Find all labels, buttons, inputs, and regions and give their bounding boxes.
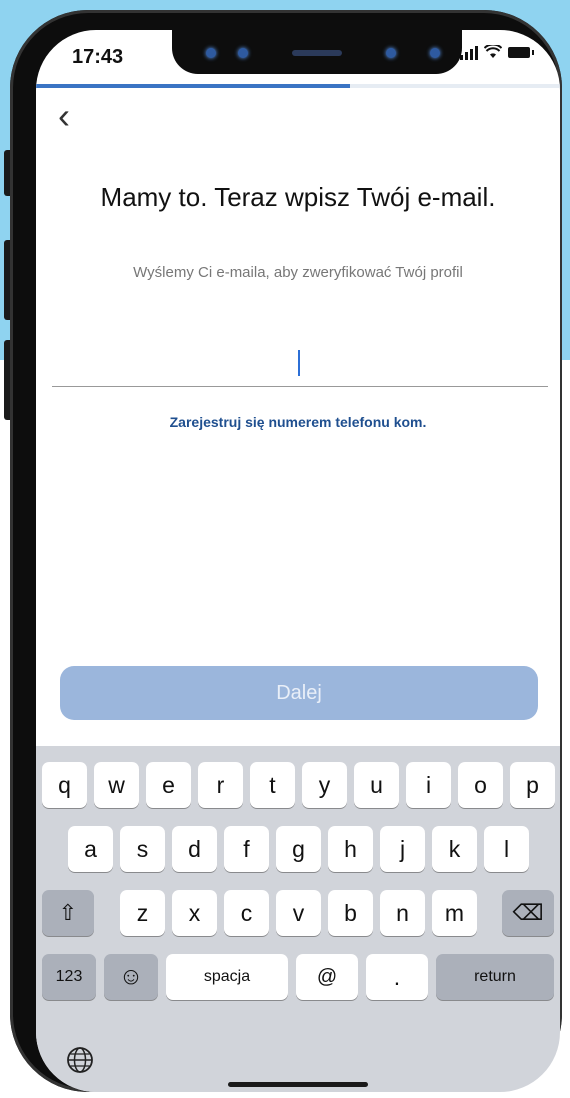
status-icons: [460, 44, 534, 60]
page-subtitle: Wyślemy Ci e-maila, aby zweryfikować Twó…: [133, 264, 463, 281]
key-a[interactable]: a: [68, 826, 113, 872]
at-key[interactable]: @: [296, 954, 358, 1000]
key-v[interactable]: v: [276, 890, 321, 936]
key-w[interactable]: w: [94, 762, 139, 808]
text-caret: [298, 350, 300, 376]
key-d[interactable]: d: [172, 826, 217, 872]
space-key[interactable]: spacja: [166, 954, 288, 1000]
key-r[interactable]: r: [198, 762, 243, 808]
next-button[interactable]: Dalej: [60, 666, 538, 720]
sensor-icon: [206, 48, 216, 58]
key-t[interactable]: t: [250, 762, 295, 808]
emoji-key[interactable]: ☺: [104, 954, 158, 1000]
phone-frame: 17:43 ‹ Mamy to. Teraz wpisz Twój e-mail…: [10, 10, 562, 1092]
dot-key[interactable]: .: [366, 954, 428, 1000]
key-s[interactable]: s: [120, 826, 165, 872]
return-key[interactable]: return: [436, 954, 554, 1000]
progress-track: [36, 84, 560, 88]
page-title: Mamy to. Teraz wpisz Twój e-mail.: [100, 182, 496, 212]
progress-fill: [36, 84, 351, 88]
key-y[interactable]: y: [302, 762, 347, 808]
home-indicator: [228, 1082, 368, 1087]
sensor-icon: [430, 48, 440, 58]
key-o[interactable]: o: [458, 762, 503, 808]
key-k[interactable]: k: [432, 826, 477, 872]
key-q[interactable]: q: [42, 762, 87, 808]
key-i[interactable]: i: [406, 762, 451, 808]
key-x[interactable]: x: [172, 890, 217, 936]
notch: [172, 30, 462, 74]
sensor-icon: [386, 48, 396, 58]
key-n[interactable]: n: [380, 890, 425, 936]
key-u[interactable]: u: [354, 762, 399, 808]
front-camera-icon: [238, 48, 248, 58]
key-b[interactable]: b: [328, 890, 373, 936]
key-e[interactable]: e: [146, 762, 191, 808]
phone-screen: 17:43 ‹ Mamy to. Teraz wpisz Twój e-mail…: [36, 30, 560, 1092]
email-input[interactable]: [52, 344, 548, 387]
signal-icon: [460, 44, 478, 60]
key-l[interactable]: l: [484, 826, 529, 872]
key-h[interactable]: h: [328, 826, 373, 872]
key-p[interactable]: p: [510, 762, 555, 808]
key-f[interactable]: f: [224, 826, 269, 872]
key-g[interactable]: g: [276, 826, 321, 872]
register-with-phone-link[interactable]: Zarejestruj się numerem telefonu kom.: [76, 414, 520, 430]
wifi-icon: [484, 45, 502, 58]
battery-icon: [508, 46, 534, 58]
key-j[interactable]: j: [380, 826, 425, 872]
numbers-key[interactable]: 123: [42, 954, 96, 1000]
on-screen-keyboard: qwertyuiop asdfghjkl ⇧ ⌫ zxcvbnm 123 ☺ s…: [36, 746, 560, 1092]
key-c[interactable]: c: [224, 890, 269, 936]
back-chevron-icon[interactable]: ‹: [58, 96, 86, 136]
shift-key[interactable]: ⇧: [42, 890, 94, 936]
key-m[interactable]: m: [432, 890, 477, 936]
globe-icon[interactable]: [66, 1046, 94, 1074]
delete-key[interactable]: ⌫: [502, 890, 554, 936]
status-time: 17:43: [72, 46, 124, 68]
key-z[interactable]: z: [120, 890, 165, 936]
speaker-grille: [292, 50, 342, 56]
